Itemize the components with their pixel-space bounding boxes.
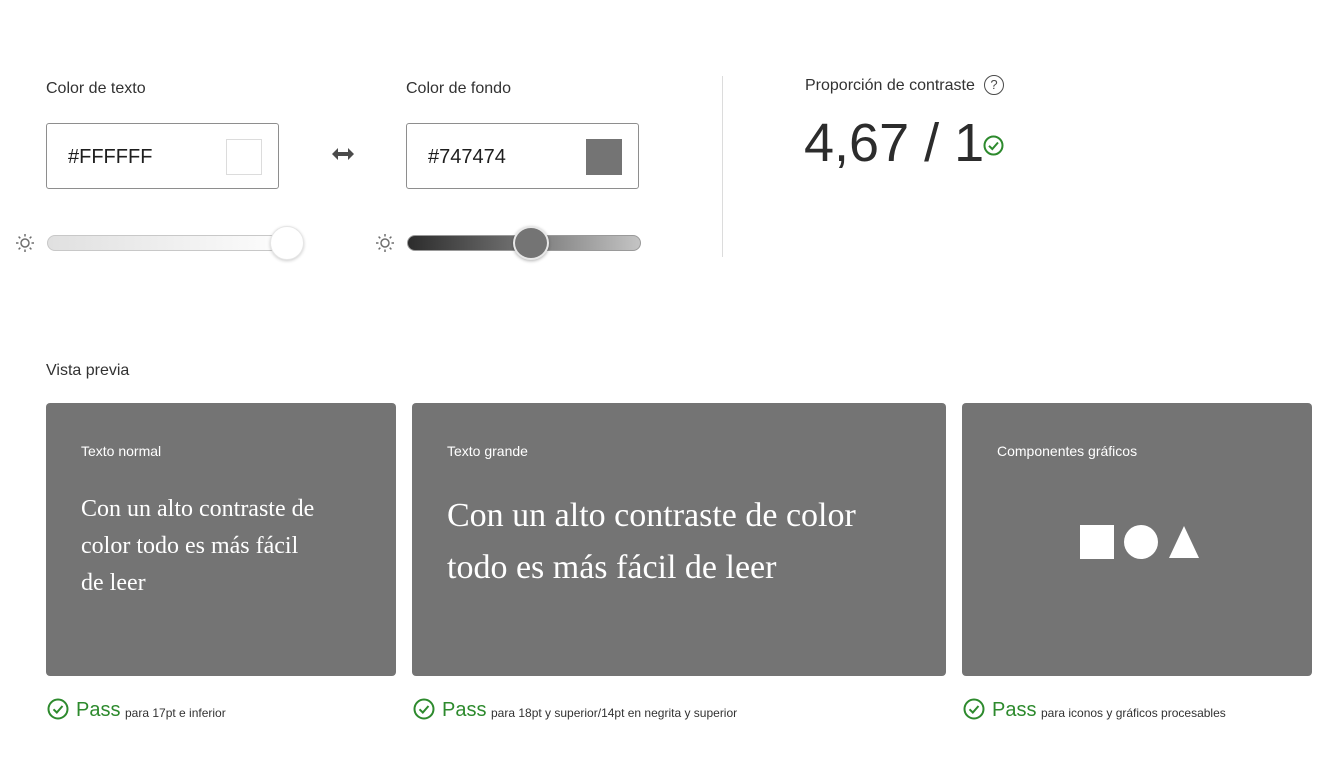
text-color-swatch[interactable] (226, 139, 262, 175)
large-text-sample: Con un alto contraste de color todo es m… (447, 490, 856, 594)
result-normal-text: Pass para 17pt e inferior (47, 698, 367, 724)
sample-line: todo es más fácil de leer (447, 549, 777, 586)
text-color-slider-thumb[interactable] (270, 226, 304, 260)
pass-status: Pass (992, 699, 1037, 721)
preview-card-graphic-components: Componentes gráficos (962, 403, 1312, 676)
result-description: para 17pt e inferior (125, 706, 226, 720)
sample-line: de leer (81, 570, 146, 596)
section-divider (722, 76, 723, 257)
swap-arrows-icon[interactable] (331, 145, 355, 163)
circle-icon (1124, 525, 1158, 559)
contrast-ratio-value: 4,67 / 1 (804, 113, 985, 173)
result-description: para iconos y gráficos procesables (1041, 706, 1226, 720)
background-color-slider-thumb[interactable] (513, 226, 549, 260)
preview-card-large-text: Texto grande Con un alto contraste de co… (412, 403, 946, 676)
sample-line: Con un alto contraste de color (447, 497, 856, 534)
pass-status: Pass (442, 699, 487, 721)
text-color-value[interactable]: #FFFFFF (68, 146, 152, 169)
card-title: Texto grande (447, 443, 528, 459)
sample-line: color todo es más fácil (81, 533, 299, 559)
result-description: para 18pt y superior/14pt en negrita y s… (491, 706, 738, 720)
check-circle-icon (983, 135, 1004, 161)
text-color-brightness-slider[interactable] (47, 235, 302, 251)
result-graphic-components: Pass para iconos y gráficos procesables (963, 698, 1323, 724)
square-icon (1080, 525, 1114, 559)
brightness-icon (375, 233, 395, 253)
triangle-icon (1168, 525, 1200, 559)
result-large-text: Pass para 18pt y superior/14pt en negrit… (413, 698, 913, 724)
sample-line: Con un alto contraste de (81, 496, 315, 522)
help-icon[interactable]: ? (984, 75, 1004, 95)
background-color-label: Color de fondo (406, 80, 511, 97)
preview-card-normal-text: Texto normal Con un alto contraste de co… (46, 403, 396, 676)
card-title: Componentes gráficos (997, 443, 1138, 459)
background-color-input[interactable]: #747474 (406, 123, 639, 189)
check-circle-icon (47, 698, 69, 720)
contrast-ratio-label: Proporción de contraste (805, 77, 975, 94)
check-circle-icon (413, 698, 435, 720)
brightness-icon (15, 233, 35, 253)
background-color-value[interactable]: #747474 (428, 146, 506, 169)
pass-status: Pass (76, 699, 121, 721)
normal-text-sample: Con un alto contraste de color todo es m… (81, 491, 314, 602)
card-title: Texto normal (81, 443, 162, 459)
preview-label: Vista previa (46, 362, 130, 379)
text-color-input[interactable]: #FFFFFF (46, 123, 279, 189)
check-circle-icon (963, 698, 985, 720)
background-color-swatch[interactable] (586, 139, 622, 175)
text-color-label: Color de texto (46, 80, 146, 97)
